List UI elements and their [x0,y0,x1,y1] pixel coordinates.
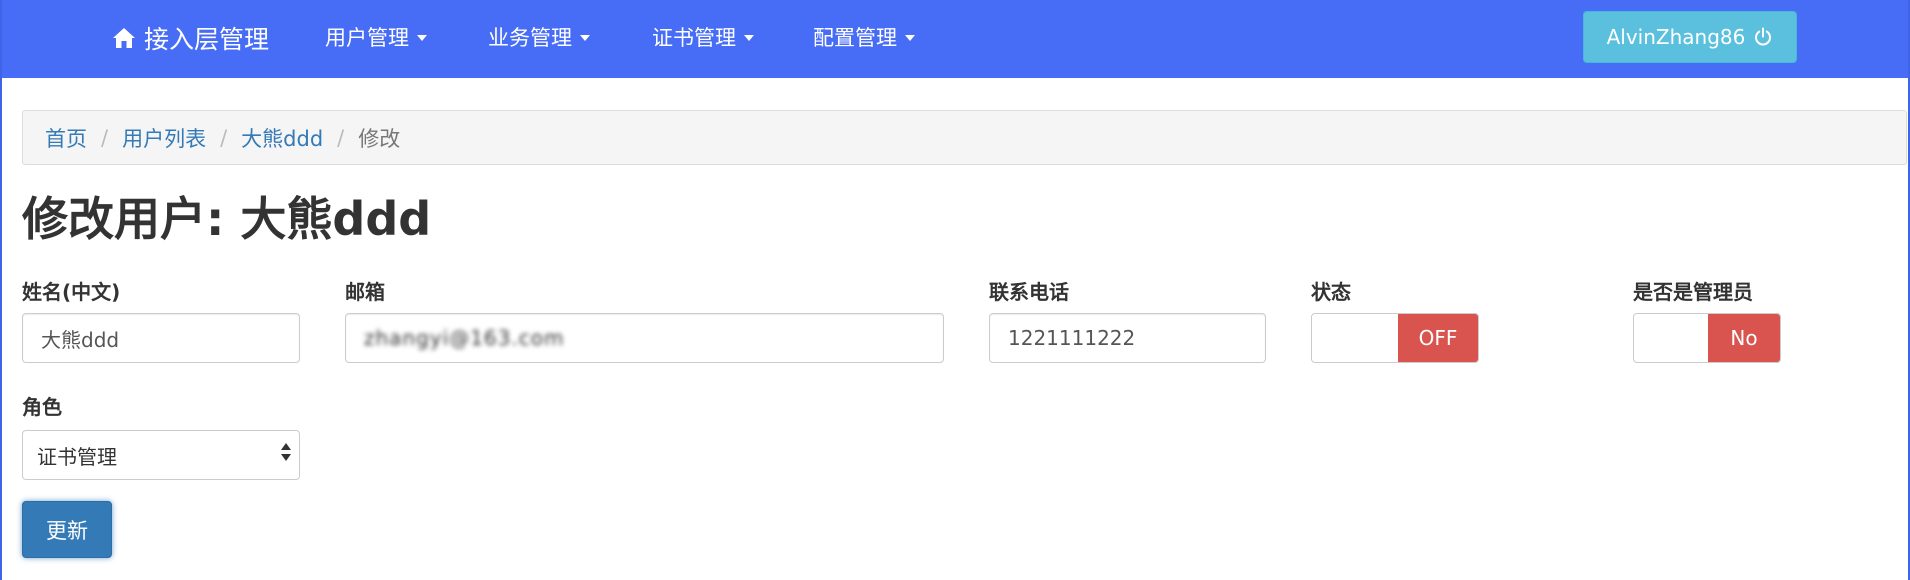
breadcrumb-current: 修改 [358,126,401,151]
nav-label: 用户管理 [325,26,409,50]
top-navbar: 接入层管理 用户管理 业务管理 证书管理 配置管理 AlvinZhang86 [2,0,1908,78]
user-logout-button[interactable]: AlvinZhang86 [1583,11,1797,63]
nav-business-management[interactable]: 业务管理 [488,22,590,52]
caret-down-icon [580,35,590,41]
name-label: 姓名(中文) [22,280,121,304]
name-input[interactable]: 大熊ddd [22,313,300,363]
page-title: 修改用户: 大熊ddd [22,192,432,246]
nav-label: 业务管理 [488,26,572,50]
breadcrumb-user[interactable]: 大熊ddd [241,123,323,153]
breadcrumb: 首页 / 用户列表 / 大熊ddd / 修改 [22,110,1907,165]
brand-label: 接入层管理 [144,25,270,54]
phone-label: 联系电话 [989,280,1069,304]
select-arrows-icon [281,443,291,461]
power-icon [1755,27,1772,46]
role-select[interactable]: 证书管理 [22,430,300,480]
role-label: 角色 [22,395,62,419]
breadcrumb-separator: / [101,125,109,150]
home-icon [113,28,135,48]
breadcrumb-user-list[interactable]: 用户列表 [122,123,206,153]
username-label: AlvinZhang86 [1606,25,1746,49]
phone-input-value: 1221111222 [1008,326,1136,350]
nav-label: 证书管理 [652,26,736,50]
role-select-value: 证书管理 [37,444,117,469]
status-label: 状态 [1311,280,1351,304]
update-button[interactable]: 更新 [22,501,112,558]
status-toggle[interactable]: OFF [1311,313,1479,363]
name-input-value: 大熊ddd [41,327,120,352]
status-toggle-off: OFF [1398,314,1478,362]
nav-certificate-management[interactable]: 证书管理 [652,22,754,52]
caret-down-icon [905,35,915,41]
nav-config-management[interactable]: 配置管理 [813,22,915,52]
caret-down-icon [744,35,754,41]
nav-user-management[interactable]: 用户管理 [325,22,427,52]
admin-toggle[interactable]: No [1633,313,1781,363]
breadcrumb-separator: / [337,125,345,150]
phone-input[interactable]: 1221111222 [989,313,1266,363]
email-label: 邮箱 [345,280,385,304]
admin-label: 是否是管理员 [1633,280,1753,304]
nav-label: 配置管理 [813,26,897,50]
admin-toggle-no: No [1708,314,1780,362]
brand-link[interactable]: 接入层管理 [112,20,269,56]
breadcrumb-home[interactable]: 首页 [45,123,87,153]
caret-down-icon [417,35,427,41]
email-input-value: zhangyi@163.com [364,326,565,350]
email-input[interactable]: zhangyi@163.com [345,313,944,363]
breadcrumb-separator: / [220,125,228,150]
